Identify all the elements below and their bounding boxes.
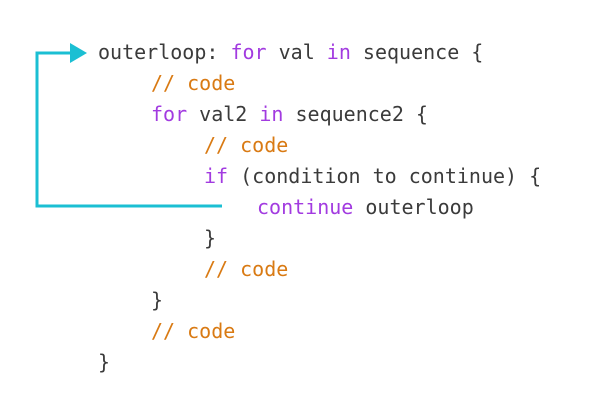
code-token: sequence2 { xyxy=(283,102,428,126)
keyword-token: in xyxy=(326,40,351,64)
keyword-token: if xyxy=(204,164,229,188)
comment-token: // code xyxy=(151,319,236,343)
code-token: } xyxy=(204,226,217,250)
code-line: } xyxy=(98,347,110,378)
keyword-token: continue xyxy=(257,195,354,219)
keyword-token: in xyxy=(259,102,284,126)
code-token: } xyxy=(151,288,164,312)
keyword-token: for xyxy=(151,102,188,126)
code-line: for val2 in sequence2 { xyxy=(151,99,428,130)
keyword-token: for xyxy=(230,40,267,64)
code-line: } xyxy=(204,223,216,254)
code-block: outerloop: for val in sequence { // code f… xyxy=(0,0,603,414)
code-token: (condition to continue) { xyxy=(228,164,542,188)
code-line: // code xyxy=(151,68,235,99)
code-token: } xyxy=(98,350,111,374)
comment-token: // code xyxy=(204,133,289,157)
comment-token: // code xyxy=(151,71,236,95)
comment-token: // code xyxy=(204,257,289,281)
code-line: // code xyxy=(151,316,235,347)
code-line: // code xyxy=(204,130,288,161)
code-token: outerloop xyxy=(353,195,474,219)
continue-label-diagram: outerloop: for val in sequence { // code f… xyxy=(0,0,603,414)
code-token: val2 xyxy=(187,102,260,126)
code-token: sequence { xyxy=(350,40,484,64)
code-line: continue outerloop xyxy=(257,192,474,223)
code-line: if (condition to continue) { xyxy=(204,161,541,192)
code-line: } xyxy=(151,285,163,316)
code-line: outerloop: for val in sequence { xyxy=(98,37,483,68)
code-token: outerloop: xyxy=(98,40,231,64)
code-line: // code xyxy=(204,254,288,285)
code-token: val xyxy=(266,40,327,64)
